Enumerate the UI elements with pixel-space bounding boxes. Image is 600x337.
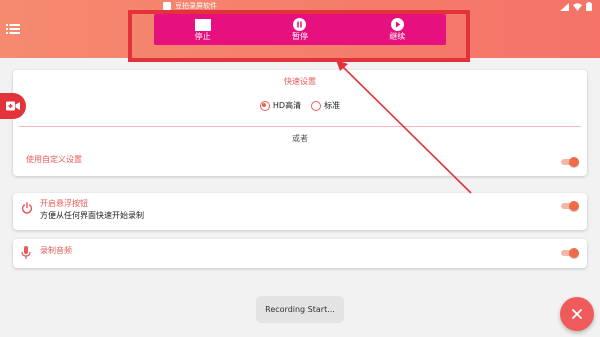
annotation-highlight-box <box>128 10 470 62</box>
quick-settings-title: 快速设置 <box>284 77 316 86</box>
custom-settings-toggle[interactable] <box>561 157 579 167</box>
record-side-button[interactable] <box>0 93 26 119</box>
battery-icon <box>586 2 592 11</box>
wifi-icon <box>573 2 582 11</box>
mic-icon <box>21 246 31 259</box>
radio-unchecked-icon <box>311 100 322 111</box>
audio-toggle[interactable] <box>561 248 579 258</box>
radio-checked-icon <box>259 100 270 111</box>
close-fab[interactable] <box>560 297 594 331</box>
close-icon <box>572 309 582 319</box>
floating-button-card: 开启悬浮按钮 方便从任何界面快速开始录制 <box>13 193 587 230</box>
radio-standard-label: 标准 <box>324 101 341 110</box>
radio-hd-label: HD高清 <box>272 101 302 110</box>
toggle-knob <box>569 157 579 167</box>
toggle-knob <box>569 248 579 258</box>
radio-standard[interactable]: 标准 <box>311 100 340 111</box>
quality-radio-group: HD高清 标准 <box>13 100 587 111</box>
signal-icon <box>560 2 569 11</box>
quick-settings-card: 快速设置 HD高清 标准 或者 使用自定义设置 <box>13 70 587 176</box>
toggle-knob <box>569 201 579 211</box>
toast-message: Recording Start... <box>256 296 344 323</box>
status-icons <box>560 2 592 11</box>
floating-button-toggle[interactable] <box>561 201 579 211</box>
app-notification-icon <box>163 2 171 10</box>
divider <box>19 126 581 127</box>
menu-icon[interactable] <box>6 23 20 35</box>
power-icon <box>21 202 33 214</box>
floating-button-title: 开启悬浮按钮 <box>40 199 88 208</box>
custom-settings-label: 使用自定义设置 <box>26 155 82 164</box>
floating-button-subtitle: 方便从任何界面快速开始录制 <box>40 211 144 220</box>
radio-hd[interactable]: HD高清 <box>259 100 302 111</box>
or-text: 或者 <box>292 134 308 143</box>
audio-title: 录制音频 <box>40 246 72 255</box>
audio-card: 录制音频 <box>13 239 587 268</box>
video-camera-icon <box>6 101 20 111</box>
